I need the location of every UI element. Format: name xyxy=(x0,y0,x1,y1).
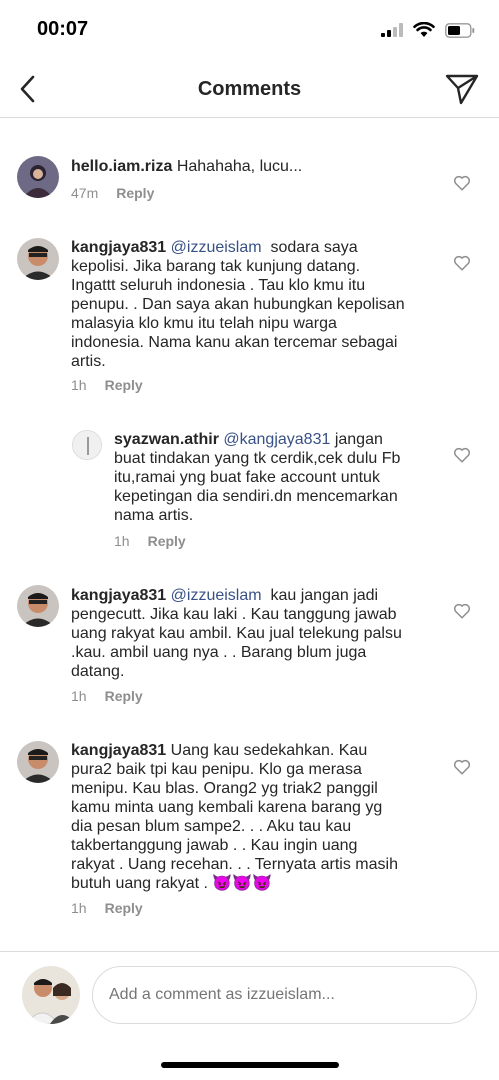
comment-meta: 1h Reply xyxy=(71,900,143,916)
comment-line: penupu. . Dan saya akan hubungkan kepoli… xyxy=(71,296,405,313)
battery-icon xyxy=(445,22,475,38)
comment-line: sodara saya xyxy=(270,239,358,256)
reply-button[interactable]: Reply xyxy=(105,900,143,916)
comment-input[interactable] xyxy=(92,966,477,1024)
comment-line: indonesia. Nama kanu akan tercemar sebag… xyxy=(71,334,398,351)
comment-line: butuh uang rakyat . 😈😈😈 xyxy=(71,875,273,892)
comment-line: kepolisi. Jika barang tak kunjung datang… xyxy=(71,258,361,275)
comment-line: uang rakyat kau ambil. Kau jual telekung… xyxy=(71,625,402,642)
comment-text: syazwan.athir @kangjaya831 jangan buat t… xyxy=(114,430,444,525)
comment-line: dia pesan blum sampe2. . . Aku tau kau xyxy=(71,818,352,835)
home-indicator xyxy=(161,1062,339,1068)
heart-icon[interactable] xyxy=(453,174,471,192)
direct-send-icon[interactable] xyxy=(445,72,479,106)
mention-link[interactable]: @izzueislam xyxy=(171,587,262,604)
comment-text: hello.iam.riza Hahahaha, lucu... xyxy=(71,157,441,176)
comment-line: datang. xyxy=(71,663,125,680)
comment-text: kangjaya831 Uang kau sedekahkan. Kau pur… xyxy=(71,741,441,893)
comment-line: takbertanggung jawab . . Kau ingin uang xyxy=(71,837,358,854)
comment-line: itu,ramai yng buat fake account untuk xyxy=(114,469,380,486)
status-bar: 00:07 xyxy=(0,0,499,62)
comment-line: nama artis. xyxy=(114,507,194,524)
comment-text: kangjaya831 @izzueislam sodara saya kepo… xyxy=(71,238,441,371)
comment-time: 1h xyxy=(71,900,87,916)
comment-line: Uang kau sedekahkan. Kau xyxy=(170,742,368,759)
comment-line: buat tindakan yang tk cerdik,cek dulu Fb xyxy=(114,450,401,467)
comment-line: .kau. ambil uang nya . . Barang blum jug… xyxy=(71,644,367,661)
my-avatar xyxy=(22,966,80,1024)
status-time: 00:07 xyxy=(37,18,89,40)
page-title: Comments xyxy=(197,78,302,100)
comment-body: Hahahaha, lucu... xyxy=(176,158,303,175)
comment-line: menipu. Kau blas. Orang2 yg triak2 pangg… xyxy=(71,780,378,797)
comment-line: jangan xyxy=(334,431,383,448)
reply-button[interactable]: Reply xyxy=(105,377,143,393)
comment-line: kamu minta uang kembali karena barang yg xyxy=(71,799,383,816)
reply-button[interactable]: Reply xyxy=(148,533,186,549)
status-icons xyxy=(381,22,475,38)
comment-line: malasyia klo kmu itu telah nipu warga xyxy=(71,315,337,332)
reply-button[interactable]: Reply xyxy=(116,185,154,201)
heart-icon[interactable] xyxy=(453,758,471,776)
comment-text: kangjaya831 @izzueislam kau jangan jadi … xyxy=(71,586,441,681)
comment-line: pura2 baik tpi kau penipu. Klo ga merasa xyxy=(71,761,362,778)
mention-link[interactable]: @kangjaya831 xyxy=(223,431,330,448)
comment-meta: 1h Reply xyxy=(71,688,143,704)
heart-icon[interactable] xyxy=(453,602,471,620)
comment-meta: 1h Reply xyxy=(114,533,186,549)
comment-username[interactable]: kangjaya831 xyxy=(71,587,166,604)
avatar[interactable] xyxy=(17,156,59,198)
comment-time: 1h xyxy=(71,688,87,704)
avatar[interactable] xyxy=(17,741,59,783)
wifi-icon xyxy=(413,22,435,37)
comment-line: kau jangan jadi xyxy=(270,587,379,604)
mention-link[interactable]: @izzueislam xyxy=(171,239,262,256)
comment-username[interactable]: kangjaya831 xyxy=(71,742,166,759)
comment-time: 1h xyxy=(71,377,87,393)
comment-line: Ingattt seluruh indonesia . Tau klo kmu … xyxy=(71,277,366,294)
avatar[interactable] xyxy=(17,238,59,280)
reply-button[interactable]: Reply xyxy=(105,688,143,704)
avatar[interactable] xyxy=(72,430,102,460)
comment-meta: 1h Reply xyxy=(71,377,143,393)
comment-username[interactable]: kangjaya831 xyxy=(71,239,166,256)
comment-username[interactable]: hello.iam.riza xyxy=(71,158,172,175)
comment-line: artis. xyxy=(71,353,106,370)
cellular-signal-icon xyxy=(381,23,403,37)
heart-icon[interactable] xyxy=(453,254,471,272)
comment-line: kepetingan dia sendiri.dn mencemarkan xyxy=(114,488,398,505)
comment-time: 1h xyxy=(114,533,130,549)
comment-time: 47m xyxy=(71,185,99,201)
avatar[interactable] xyxy=(17,585,59,627)
heart-icon[interactable] xyxy=(453,446,471,464)
comments-list[interactable]: hello.iam.riza Hahahaha, lucu... 47m Repl… xyxy=(0,119,499,951)
header: Comments xyxy=(0,62,499,118)
comment-composer xyxy=(0,951,499,1041)
comment-username[interactable]: syazwan.athir xyxy=(114,431,219,448)
comment-line: rakyat . Uang recehan. . . Ternyata arti… xyxy=(71,856,398,873)
comment-line: pengecutt. Jika kau laki . Kau tanggung … xyxy=(71,606,397,623)
comment-meta: 47m Reply xyxy=(71,185,154,201)
